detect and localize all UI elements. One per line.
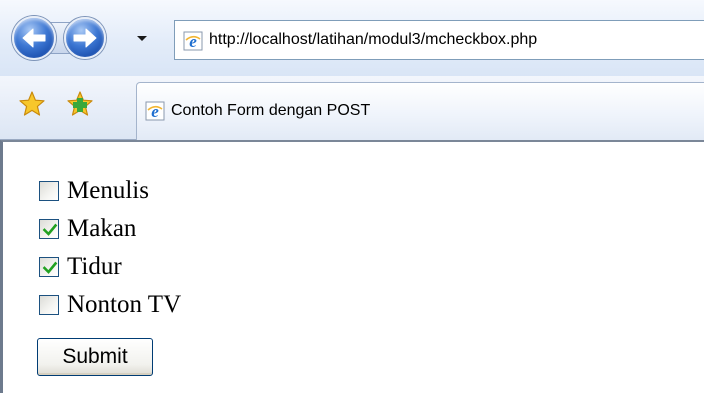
checkbox-label: Menulis [67, 177, 149, 204]
checkbox-option: Nonton TV [36, 286, 181, 324]
svg-text:e: e [189, 32, 197, 51]
ie-page-icon: e [145, 101, 165, 121]
checkbox-label: Nonton TV [67, 291, 182, 318]
tab-active[interactable]: e Contoh Form dengan POST [136, 82, 704, 140]
checkbox-option: Makan [36, 210, 181, 248]
recent-pages-dropdown[interactable] [134, 30, 150, 46]
tab-title: Contoh Form dengan POST [171, 102, 371, 119]
forward-arrow-icon [73, 28, 97, 48]
forward-button[interactable] [64, 17, 106, 59]
back-arrow-icon [22, 28, 46, 48]
checkbox[interactable] [39, 257, 59, 277]
checkbox[interactable] [39, 295, 59, 315]
checkbox-list: Menulis Makan Tidur Nonton TV [36, 172, 181, 324]
star-icon [19, 91, 45, 116]
back-button[interactable] [12, 16, 56, 60]
dropdown-arrow-icon [137, 36, 147, 41]
navigation-bar: e http://localhost/latihan/modul3/mcheck… [0, 0, 704, 76]
add-favorite-icon [67, 91, 93, 116]
checkbox-option: Menulis [36, 172, 181, 210]
checkmark-icon [42, 261, 58, 274]
checkbox[interactable] [39, 181, 59, 201]
address-url[interactable]: http://localhost/latihan/modul3/mcheckbo… [209, 31, 537, 49]
checkbox[interactable] [39, 219, 59, 239]
checkbox-option: Tidur [36, 248, 181, 286]
checkbox-label: Makan [67, 215, 137, 242]
submit-button[interactable]: Submit [37, 338, 153, 376]
tab-bar: e Contoh Form dengan POST [0, 76, 704, 140]
checkbox-label: Tidur [67, 253, 122, 280]
ie-page-icon: e [183, 31, 203, 51]
favorites-button[interactable] [18, 90, 46, 118]
address-bar[interactable]: e http://localhost/latihan/modul3/mcheck… [174, 20, 704, 60]
checkmark-icon [42, 223, 58, 236]
page-content: Menulis Makan Tidur Nonton TV Submit [0, 140, 704, 393]
add-favorite-button[interactable] [66, 90, 94, 118]
svg-text:e: e [151, 102, 159, 121]
